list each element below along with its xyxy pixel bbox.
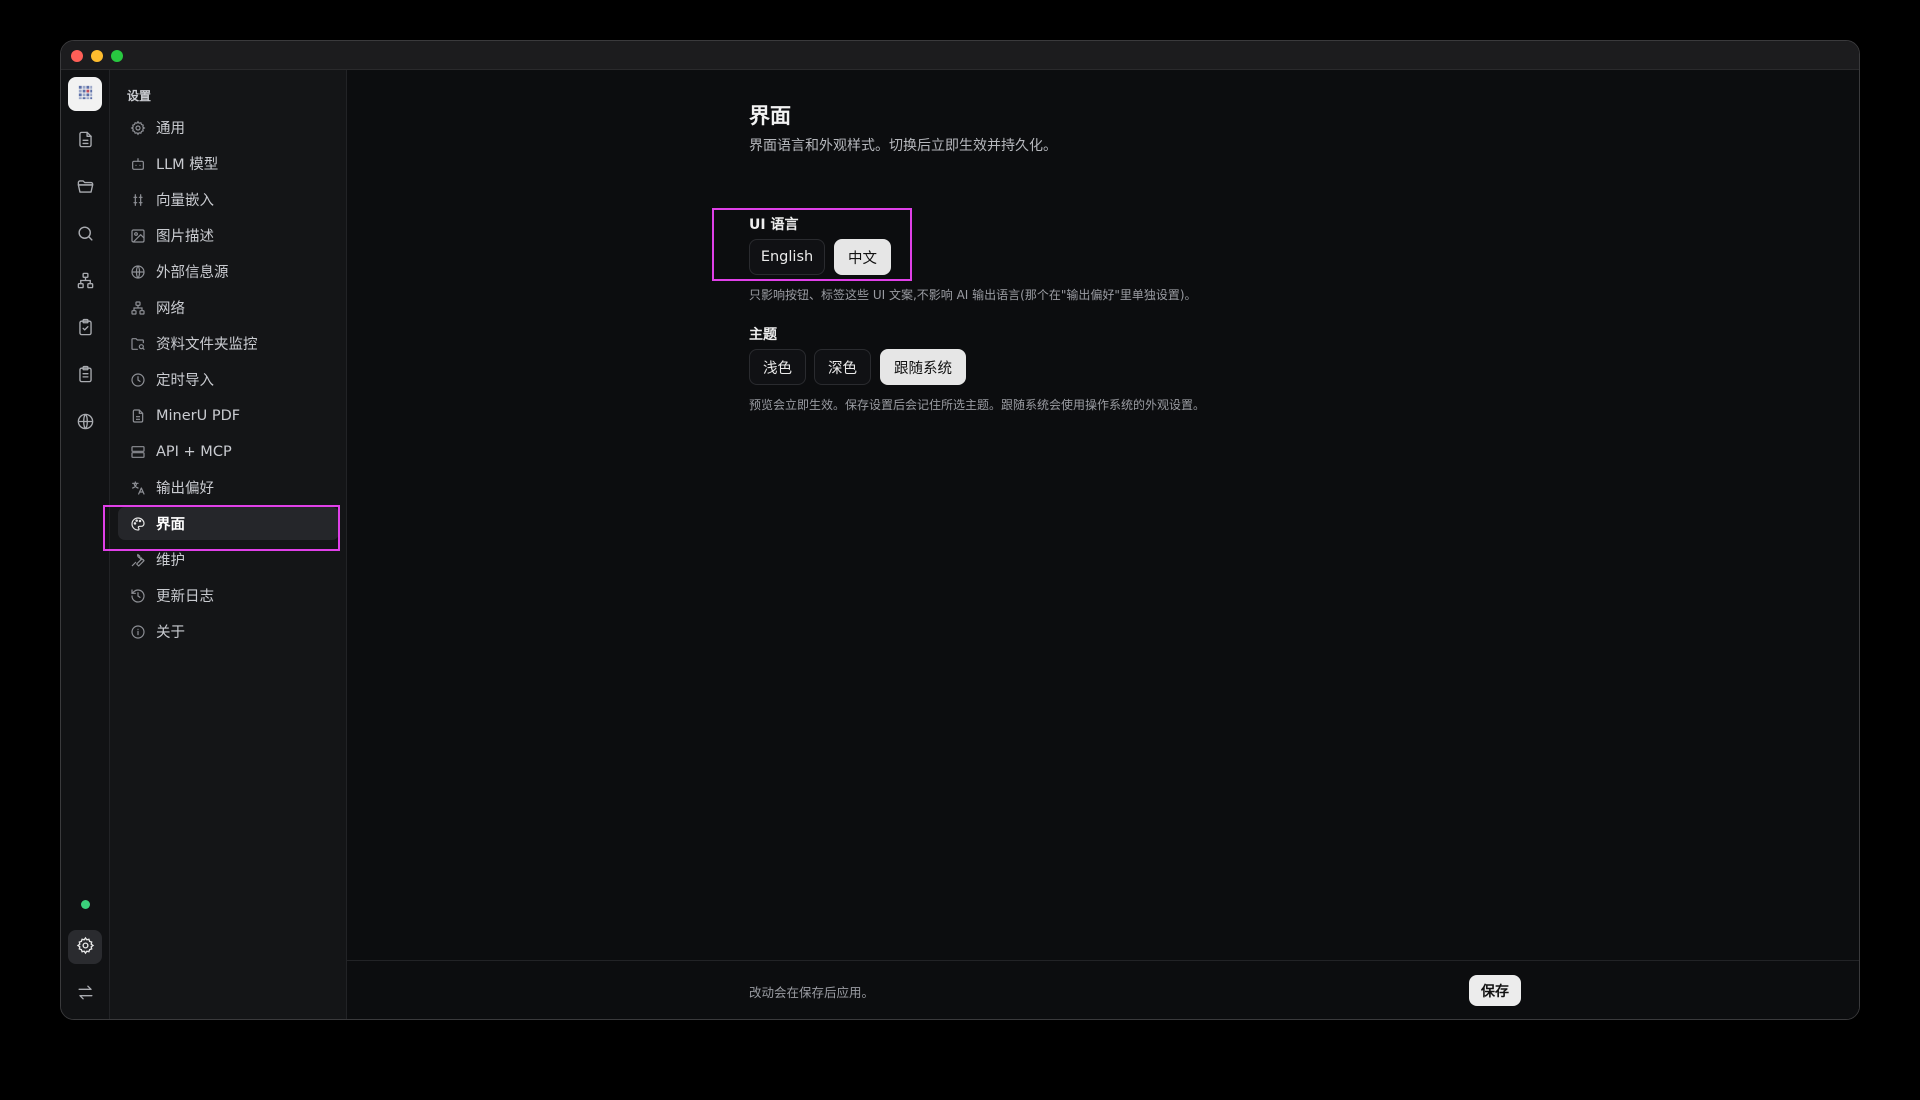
sidebar-item-external-sources[interactable]: 外部信息源 xyxy=(118,255,339,288)
app-window: 设置 通用 LLM 模型 向量嵌入 图片描述 外部信息源 网络 资料文件夹监控 xyxy=(60,40,1860,1020)
globe-icon xyxy=(76,412,95,435)
history-icon xyxy=(130,588,146,604)
sidebar-item-network[interactable]: 网络 xyxy=(118,291,339,324)
sidebar-item-label: LLM 模型 xyxy=(156,157,219,173)
document-icon xyxy=(76,130,95,153)
wrench-icon xyxy=(130,552,146,568)
theme-label: 主题 xyxy=(749,327,777,343)
page-title: 界面 xyxy=(749,104,791,128)
sidebar-item-maintenance[interactable]: 维护 xyxy=(118,543,339,576)
sidebar-item-output-preferences[interactable]: 输出偏好 xyxy=(118,471,339,504)
sidebar-item-general[interactable]: 通用 xyxy=(118,111,339,144)
sidebar-item-label: 关于 xyxy=(156,625,185,641)
rail-tasks-button[interactable] xyxy=(68,312,102,346)
save-button[interactable]: 保存 xyxy=(1469,975,1521,1006)
sidebar-item-label: 网络 xyxy=(156,301,185,317)
sidebar-item-mineru-pdf[interactable]: MinerU PDF xyxy=(118,399,339,432)
sidebar-item-label: API + MCP xyxy=(156,443,232,460)
title-bar xyxy=(61,41,1859,70)
rail-settings-button[interactable] xyxy=(68,930,102,964)
sidebar-item-about[interactable]: 关于 xyxy=(118,615,339,648)
sidebar-item-label: MinerU PDF xyxy=(156,407,241,424)
sidebar-item-label: 图片描述 xyxy=(156,229,214,245)
main-panel: 界面 界面语言和外观样式。切换后立即生效并持久化。 UI 语言 English … xyxy=(347,70,1859,1019)
rail-documents-button[interactable] xyxy=(68,124,102,158)
page-description: 界面语言和外观样式。切换后立即生效并持久化。 xyxy=(749,138,1057,154)
network-icon xyxy=(130,300,146,316)
bot-icon xyxy=(130,156,146,172)
info-icon xyxy=(130,624,146,640)
connection-status-dot xyxy=(81,900,90,909)
sidebar-item-label: 更新日志 xyxy=(156,589,214,605)
rail-folders-button[interactable] xyxy=(68,171,102,205)
ui-language-label: UI 语言 xyxy=(749,217,799,233)
switch-icon xyxy=(76,983,95,1006)
theme-option-dark[interactable]: 深色 xyxy=(814,349,871,385)
theme-hint: 预览会立即生效。保存设置后会记住所选主题。跟随系统会使用操作系统的外观设置。 xyxy=(749,398,1206,412)
settings-sidebar: 设置 通用 LLM 模型 向量嵌入 图片描述 外部信息源 网络 资料文件夹监控 xyxy=(103,70,347,1019)
sidebar-item-label: 通用 xyxy=(156,121,185,137)
sidebar-item-folder-watch[interactable]: 资料文件夹监控 xyxy=(118,327,339,360)
sidebar-item-label: 资料文件夹监控 xyxy=(156,337,258,353)
sidebar-item-label: 向量嵌入 xyxy=(156,193,214,209)
sidebar-heading: 设置 xyxy=(127,89,152,103)
rail-switch-button[interactable] xyxy=(68,977,102,1011)
clock-icon xyxy=(130,372,146,388)
footer-note: 改动会在保存后应用。 xyxy=(749,985,875,1000)
close-window-button[interactable] xyxy=(71,50,83,62)
minimize-window-button[interactable] xyxy=(91,50,103,62)
vector-icon xyxy=(130,192,146,208)
settings-icon xyxy=(76,936,95,959)
sidebar-item-api-mcp[interactable]: API + MCP xyxy=(118,435,339,468)
language-option-chinese[interactable]: 中文 xyxy=(834,239,891,275)
folder-icon xyxy=(76,177,95,200)
sidebar-item-llm[interactable]: LLM 模型 xyxy=(118,147,339,180)
theme-option-system[interactable]: 跟随系统 xyxy=(880,349,966,385)
image-icon xyxy=(130,228,146,244)
folder-search-icon xyxy=(130,336,146,352)
language-option-english[interactable]: English xyxy=(749,239,825,275)
settings-footer: 改动会在保存后应用。 保存 xyxy=(347,960,1859,1019)
sidebar-item-label: 外部信息源 xyxy=(156,265,229,281)
sidebar-item-embedding[interactable]: 向量嵌入 xyxy=(118,183,339,216)
sidebar-item-scheduled-import[interactable]: 定时导入 xyxy=(118,363,339,396)
rail-notes-button[interactable] xyxy=(68,359,102,393)
clipboard-list-icon xyxy=(76,365,95,388)
rail-graph-button[interactable] xyxy=(68,265,102,299)
translate-icon xyxy=(130,480,146,496)
theme-option-light[interactable]: 浅色 xyxy=(749,349,806,385)
ui-language-hint: 只影响按钮、标签这些 UI 文案,不影响 AI 输出语言(那个在"输出偏好"里单… xyxy=(749,288,1197,302)
graph-icon xyxy=(76,271,95,294)
globe-icon xyxy=(130,264,146,280)
gear-icon xyxy=(130,120,146,136)
server-icon xyxy=(130,444,146,460)
sidebar-item-label: 界面 xyxy=(156,517,185,533)
rail-web-button[interactable] xyxy=(68,406,102,440)
app-logo[interactable] xyxy=(68,77,102,111)
search-icon xyxy=(76,224,95,247)
sidebar-item-interface[interactable]: 界面 xyxy=(118,507,339,540)
sidebar-item-label: 输出偏好 xyxy=(156,481,214,497)
logo-icon xyxy=(76,83,95,106)
rail-search-button[interactable] xyxy=(68,218,102,252)
maximize-window-button[interactable] xyxy=(111,50,123,62)
sidebar-item-image-caption[interactable]: 图片描述 xyxy=(118,219,339,252)
icon-rail xyxy=(61,70,110,1019)
file-icon xyxy=(130,408,146,424)
sidebar-item-label: 定时导入 xyxy=(156,373,214,389)
palette-icon xyxy=(130,516,146,532)
sidebar-item-changelog[interactable]: 更新日志 xyxy=(118,579,339,612)
clipboard-check-icon xyxy=(76,318,95,341)
sidebar-item-label: 维护 xyxy=(156,553,185,569)
